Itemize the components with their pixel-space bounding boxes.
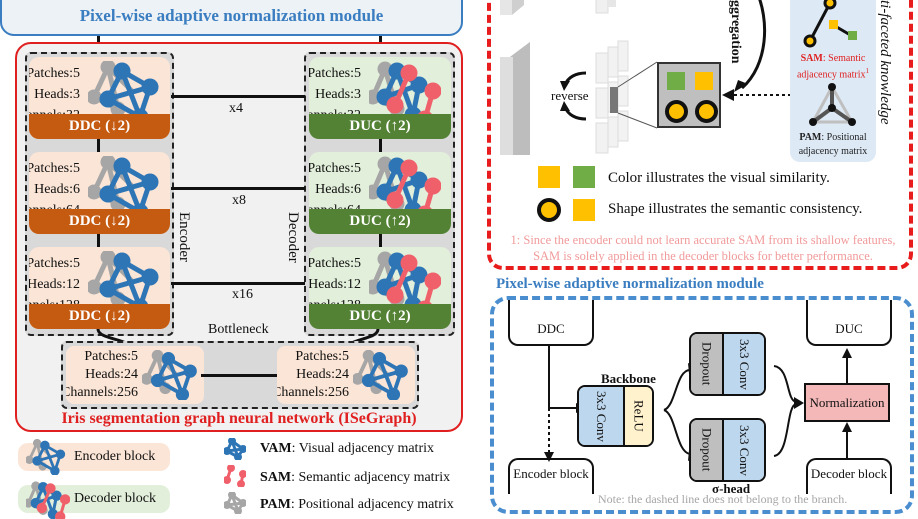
vam-icon bbox=[224, 438, 246, 460]
relu-layer: ReLU bbox=[625, 387, 652, 445]
pixel-zoom-square bbox=[657, 62, 721, 128]
sam-footnote: 1: Since the encoder could not learn acc… bbox=[510, 233, 896, 263]
dropout-layer: Dropout bbox=[691, 334, 724, 394]
pam-desc: : Positional adjacency matrix bbox=[290, 497, 454, 512]
patches-text: Patches:5 bbox=[84, 349, 138, 364]
isegraph-title: Iris segmentation graph neural network (… bbox=[61, 410, 417, 427]
conv-layer: 3x3 Conv bbox=[579, 387, 625, 445]
sam-abbr: SAM bbox=[260, 470, 292, 485]
encoder-graph-icon bbox=[26, 439, 66, 475]
dropout-layer: Dropout bbox=[691, 420, 724, 480]
sam-icon bbox=[224, 465, 246, 487]
yellow-square-icon bbox=[695, 72, 713, 90]
legend-encoder-block: Encoder block bbox=[18, 443, 170, 471]
mu-head-node: Dropout 3x3 Conv bbox=[689, 332, 766, 396]
legend-encoder-text: Encoder block bbox=[74, 449, 156, 464]
yellow-circle-icon bbox=[695, 100, 718, 123]
legend-pam: PAM: Positional adjacency matrix bbox=[260, 497, 454, 513]
legend-decoder-block: Decoder block bbox=[18, 485, 170, 513]
channels-text: Channels:256 bbox=[66, 385, 138, 400]
dashed-line-note: Note: the dashed line does not belong to… bbox=[598, 492, 848, 506]
pam-abbr: PAM bbox=[260, 497, 291, 512]
legend-decoder-text: Decoder block bbox=[74, 491, 157, 506]
normalization-node: Normalization bbox=[804, 383, 890, 422]
heads-text: Heads:24 bbox=[85, 367, 138, 382]
yellow-square-icon bbox=[538, 166, 560, 188]
pam-icon bbox=[224, 492, 246, 514]
multi-faceted-knowledge-label: ti-faceted knowledge bbox=[877, 0, 893, 125]
vam-desc: : Visual adjacency matrix bbox=[291, 441, 434, 456]
legend-vam: VAM: Visual adjacency matrix bbox=[260, 441, 434, 457]
sam-desc: : Semantic adjacency matrix bbox=[291, 470, 451, 485]
aggregation-label: ggregation bbox=[728, 0, 743, 64]
bottleneck-connectors bbox=[96, 328, 380, 351]
yellow-circle-icon bbox=[665, 100, 688, 123]
conv-layer: 3x3 Conv bbox=[724, 420, 764, 480]
patches-text: Patches:5 bbox=[295, 349, 349, 364]
pan-module-title: Pixel-wise adaptive normalization module bbox=[496, 276, 764, 292]
pam-dashed-arrow bbox=[722, 89, 792, 101]
vam-pam-graph-icon bbox=[353, 350, 409, 400]
decoder-graph-icon bbox=[26, 481, 70, 519]
pam-caption: PAM: Positional adjacency matrix bbox=[790, 131, 876, 159]
bottleneck-block-2: Patches:5 Heads:24 Channels:256 bbox=[277, 346, 415, 404]
bottleneck-link bbox=[201, 374, 279, 377]
pam-caption-abbr: PAM bbox=[799, 132, 822, 143]
yellow-circle-icon bbox=[537, 198, 561, 222]
vam-abbr: VAM bbox=[260, 441, 292, 456]
green-square-icon bbox=[573, 166, 595, 188]
sigma-head-node: Dropout 3x3 Conv bbox=[689, 418, 766, 482]
conv-layer: 3x3 Conv bbox=[724, 334, 764, 394]
sam-knowledge-icon bbox=[803, 0, 857, 48]
backbone-node: 3x3 Conv ReLU bbox=[577, 385, 654, 447]
heads-text: Heads:24 bbox=[296, 367, 349, 382]
shape-note: Shape illustrates the semantic consisten… bbox=[608, 201, 863, 217]
green-square-icon bbox=[667, 72, 685, 90]
bottleneck-block-1: Patches:5 Heads:24 Channels:256 bbox=[66, 346, 204, 404]
reverse-label: reverse bbox=[551, 88, 589, 103]
sam-caption-abbr: SAM bbox=[800, 53, 823, 64]
vam-pam-graph-icon bbox=[142, 350, 198, 400]
legend-sam: SAM: Semantic adjacency matrix bbox=[260, 470, 450, 486]
sam-caption: SAM: Semantic adjacency matrix1 bbox=[790, 52, 876, 81]
channels-text: Channels:256 bbox=[277, 385, 349, 400]
color-note: Color illustrates the visual similarity. bbox=[608, 170, 830, 186]
footnote-mark: 1 bbox=[865, 67, 870, 75]
pam-knowledge-icon bbox=[809, 83, 856, 126]
yellow-square-icon bbox=[573, 199, 595, 221]
